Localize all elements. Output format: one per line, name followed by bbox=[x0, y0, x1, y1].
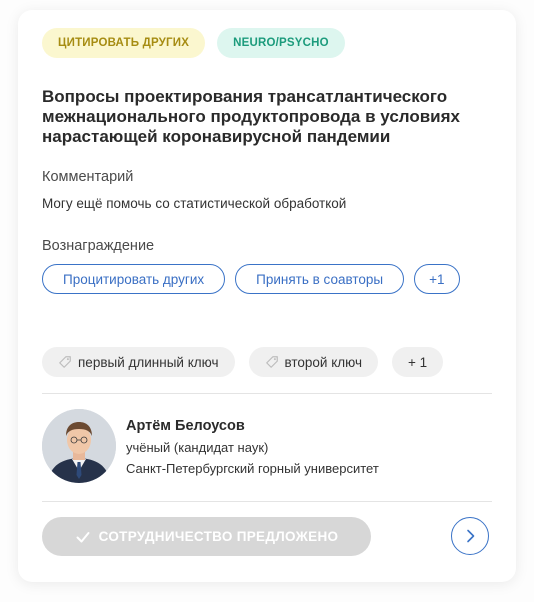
avatar-photo bbox=[42, 409, 116, 483]
card-title: Вопросы проектирования трансатлантическо… bbox=[42, 87, 461, 146]
next-button[interactable] bbox=[451, 517, 489, 555]
tag-icon bbox=[59, 356, 71, 368]
keyword-label: второй ключ bbox=[284, 354, 363, 370]
keyword-label: первый длинный ключ bbox=[78, 354, 219, 370]
reward-options: Процитировать других Принять в соавторы … bbox=[42, 264, 460, 294]
divider bbox=[42, 393, 492, 394]
divider bbox=[42, 501, 492, 502]
reward-option-cite[interactable]: Процитировать других bbox=[42, 264, 226, 294]
reward-more-button[interactable]: +1 bbox=[414, 264, 460, 294]
reward-label: Вознаграждение bbox=[42, 238, 155, 254]
author-avatar[interactable] bbox=[42, 409, 116, 483]
check-icon bbox=[76, 531, 90, 542]
author-organization: Санкт-Петербургский горный университет bbox=[126, 461, 379, 476]
keyword-row: первый длинный ключ второй ключ + 1 bbox=[42, 347, 444, 377]
author-role: учёный (кандидат наук) bbox=[126, 440, 269, 455]
keyword-chip[interactable]: первый длинный ключ bbox=[42, 347, 235, 377]
collaboration-status-label: СОТРУДНИЧЕСТВО ПРЕДЛОЖЕНО bbox=[98, 529, 339, 544]
tag-cite-others[interactable]: ЦИТИРОВАТЬ ДРУГИХ bbox=[42, 28, 206, 58]
reward-option-coauthor[interactable]: Принять в соавторы bbox=[235, 264, 405, 294]
chevron-right-icon bbox=[467, 529, 475, 543]
keyword-chip[interactable]: второй ключ bbox=[248, 347, 379, 377]
tag-category[interactable]: NEURO/PSYCHO bbox=[217, 28, 345, 58]
keyword-more-button[interactable]: + 1 bbox=[392, 347, 444, 377]
page: ЦИТИРОВАТЬ ДРУГИХ NEURO/PSYCHO Вопросы п… bbox=[0, 0, 534, 602]
tag-row: ЦИТИРОВАТЬ ДРУГИХ NEURO/PSYCHO bbox=[42, 28, 345, 58]
comment-text: Могу ещё помочь со статистической обрабо… bbox=[42, 196, 347, 211]
comment-label: Комментарий bbox=[42, 169, 134, 185]
tag-icon bbox=[265, 356, 278, 368]
request-card: ЦИТИРОВАТЬ ДРУГИХ NEURO/PSYCHO Вопросы п… bbox=[18, 10, 516, 582]
author-name[interactable]: Артём Белоусов bbox=[126, 418, 245, 434]
collaboration-proposed-button[interactable]: СОТРУДНИЧЕСТВО ПРЕДЛОЖЕНО bbox=[42, 517, 371, 556]
